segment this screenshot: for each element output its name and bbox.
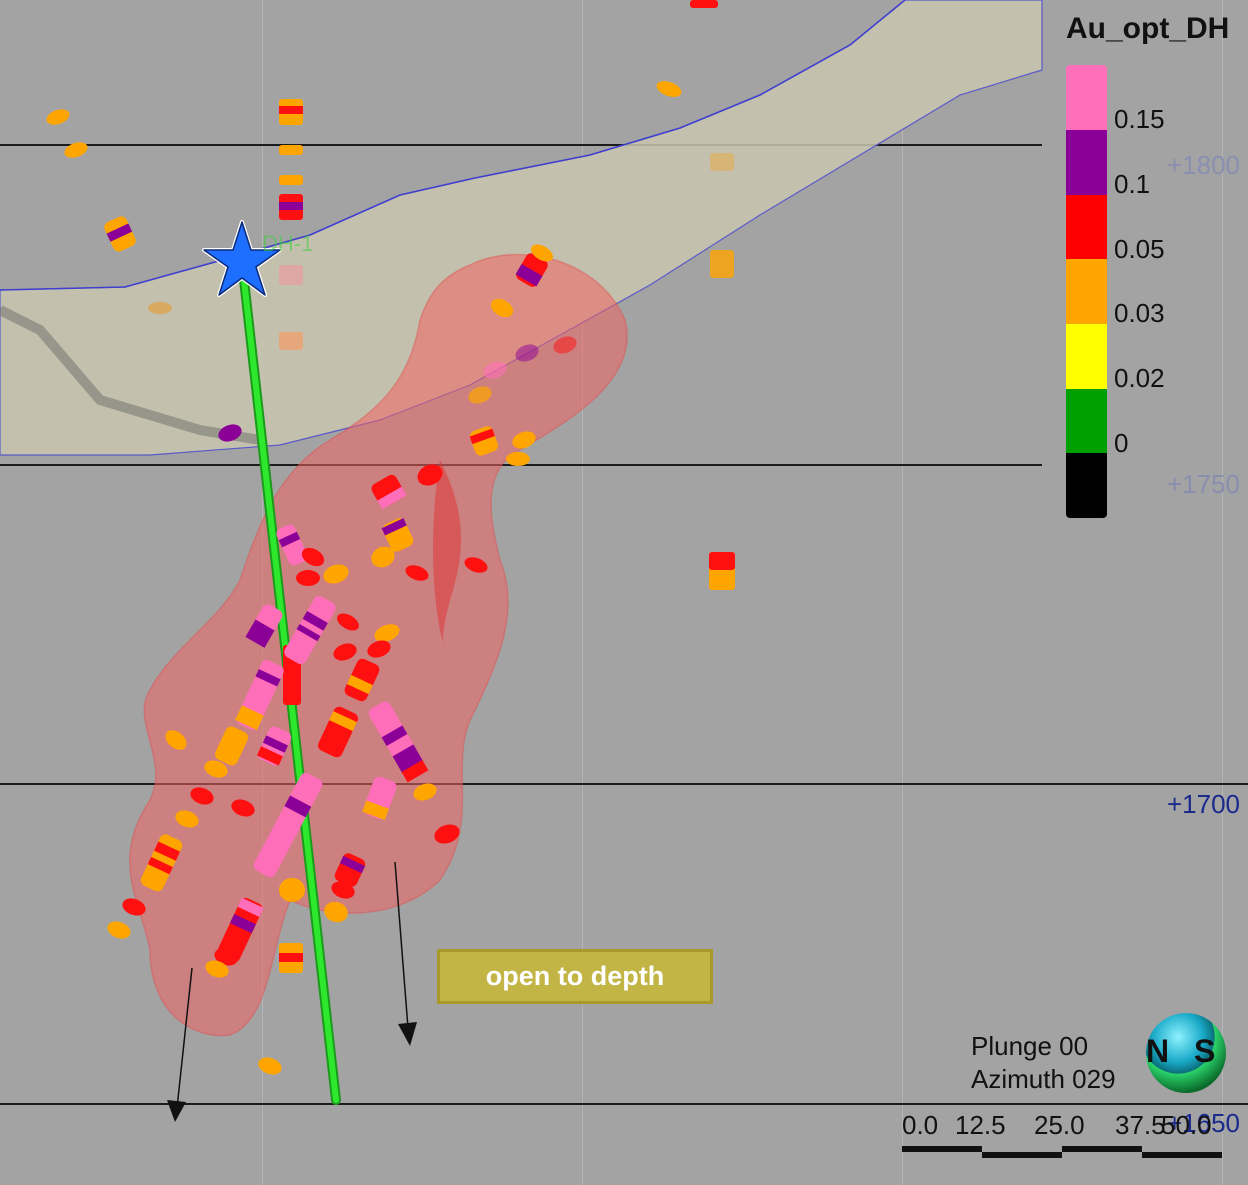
- assay-sample: [64, 142, 88, 158]
- legend-title: Au_opt_DH: [1066, 12, 1230, 45]
- assay-sample: [107, 921, 131, 939]
- assay-sample: [709, 552, 735, 570]
- legend-swatch: [1066, 65, 1107, 130]
- scale-label: 37.5: [1115, 1110, 1166, 1140]
- assay-sample: [148, 302, 172, 314]
- compass-north-label: N: [1146, 1033, 1170, 1069]
- legend-label: 0.05: [1114, 234, 1165, 264]
- assay-sample: [279, 202, 303, 210]
- scale-label: 0.0: [902, 1110, 939, 1140]
- assay-sample: [506, 452, 530, 466]
- legend-swatch: [1066, 453, 1107, 518]
- scale-label: 12.5: [955, 1110, 1006, 1140]
- legend-label: 0.1: [1114, 169, 1151, 199]
- legend-swatch: [1066, 195, 1107, 260]
- legend-swatch: [1066, 389, 1107, 454]
- assay-sample: [279, 145, 303, 155]
- legend-label: 0: [1114, 428, 1129, 458]
- assay-sample: [279, 332, 303, 350]
- drillhole-label: DH-1: [262, 231, 314, 256]
- assay-sample: [710, 153, 734, 171]
- legend-label: 0.03: [1114, 298, 1165, 328]
- assay-sample: [656, 81, 682, 97]
- compass-south-label: S: [1194, 1033, 1216, 1069]
- assay-sample: [279, 106, 303, 114]
- legend-label: 0.15: [1114, 104, 1165, 134]
- assay-sample: [279, 175, 303, 185]
- legend-swatch: [1066, 130, 1107, 195]
- assay-sample: [258, 1057, 282, 1075]
- legend-label: 0.02: [1114, 363, 1165, 393]
- legend-swatch: [1066, 324, 1107, 389]
- assay-sample: [279, 265, 303, 285]
- azimuth-readout: Azimuth 029: [971, 1064, 1116, 1094]
- 3d-section-view[interactable]: +1800 +1750 +1700 +1650 DH-1 N S Au_opt_…: [0, 0, 1248, 1185]
- assay-sample: [279, 878, 305, 902]
- assay-sample: [710, 250, 734, 278]
- assay-sample: [279, 953, 303, 962]
- scale-bar: [902, 1146, 1222, 1158]
- open-to-depth-callout: open to depth: [437, 949, 713, 1004]
- plunge-readout: Plunge 00: [971, 1031, 1089, 1061]
- scale-label: 25.0: [1034, 1110, 1085, 1140]
- legend-swatch: [1066, 259, 1107, 324]
- assay-sample: [296, 570, 320, 586]
- assay-sample: [690, 0, 718, 8]
- assay-sample: [46, 109, 70, 125]
- scene-canvas: [0, 0, 1226, 1158]
- scale-label: 50.0: [1161, 1110, 1212, 1140]
